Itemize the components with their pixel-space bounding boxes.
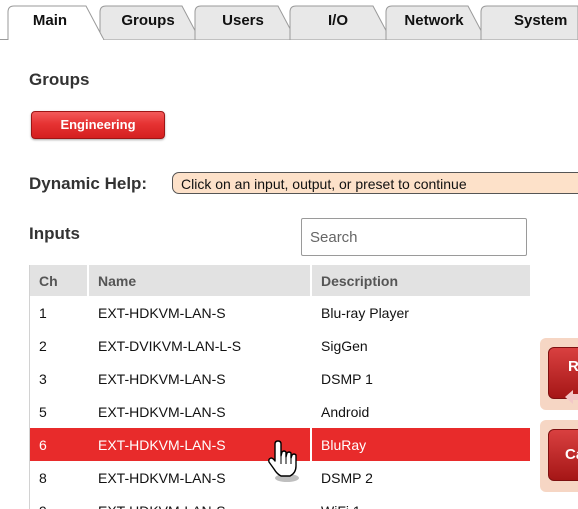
- route-button[interactable]: Ro: [548, 347, 578, 404]
- column-header-ch[interactable]: Ch: [30, 265, 89, 296]
- cancel-button[interactable]: Ca: [548, 429, 578, 481]
- cancel-button-label: Ca: [565, 446, 578, 463]
- engineering-group-button[interactable]: Engineering: [31, 111, 165, 139]
- cell-ch: 3: [39, 370, 47, 387]
- table-row[interactable]: 3 EXT-HDKVM-LAN-S DSMP 1: [30, 362, 530, 395]
- cell-description: Android: [321, 403, 370, 420]
- route-button-label: Ro: [568, 358, 578, 375]
- tab-io[interactable]: I/O: [296, 10, 380, 32]
- cell-description: DSMP 1: [321, 370, 373, 387]
- inputs-heading: Inputs: [29, 224, 80, 243]
- cell-description: Blu-ray Player: [321, 304, 409, 321]
- cell-ch: 9: [30, 494, 89, 509]
- dynamic-help-message: Click on an input, output, or preset to …: [172, 172, 578, 194]
- tab-network[interactable]: Network: [392, 10, 476, 32]
- left-arrow-icon: [565, 390, 578, 404]
- cell-description: WiFi 1: [312, 494, 530, 509]
- table-header-row: Ch Name Description: [30, 265, 530, 296]
- cancel-button-container: Ca: [540, 420, 578, 492]
- tab-main[interactable]: Main: [14, 10, 86, 32]
- column-header-name[interactable]: Name: [89, 265, 312, 296]
- cell-ch: 8: [39, 469, 47, 486]
- table-row[interactable]: 1 EXT-HDKVM-LAN-S Blu-ray Player: [30, 296, 530, 329]
- cell-description: DSMP 2: [321, 469, 373, 486]
- tab-users[interactable]: Users: [201, 10, 285, 32]
- cell-ch: 1: [39, 304, 47, 321]
- cell-ch: 6: [30, 428, 89, 461]
- cell-name: EXT-HDKVM-LAN-S: [89, 362, 312, 395]
- route-button-container: Ro: [540, 338, 578, 410]
- tab-groups[interactable]: Groups: [106, 10, 190, 32]
- tab-bar: Main Groups Users I/O Network System: [0, 0, 578, 40]
- cell-name: EXT-HDKVM-LAN-S: [89, 296, 312, 329]
- table-row[interactable]: 2 EXT-DVIKVM-LAN-L-S SigGen: [30, 329, 530, 362]
- cell-description: SigGen: [321, 337, 368, 354]
- hand-pointer-icon: [268, 440, 299, 482]
- column-header-description[interactable]: Description: [312, 265, 530, 296]
- cell-ch: 2: [39, 337, 47, 354]
- cell-description: BluRay: [312, 428, 530, 461]
- cell-name: EXT-HDKVM-LAN-S: [89, 395, 312, 428]
- cell-ch: 5: [39, 403, 47, 420]
- tab-system[interactable]: System: [488, 10, 578, 32]
- search-input[interactable]: [301, 218, 527, 256]
- cell-name: EXT-DVIKVM-LAN-L-S: [89, 329, 312, 362]
- groups-heading: Groups: [29, 70, 90, 89]
- table-row[interactable]: 9 EXT-HDKVM-LAN-S WiFi 1: [30, 494, 530, 509]
- table-row[interactable]: 5 EXT-HDKVM-LAN-S Android: [30, 395, 530, 428]
- dynamic-help-label: Dynamic Help:: [29, 174, 148, 193]
- cell-name: EXT-HDKVM-LAN-S: [89, 494, 312, 509]
